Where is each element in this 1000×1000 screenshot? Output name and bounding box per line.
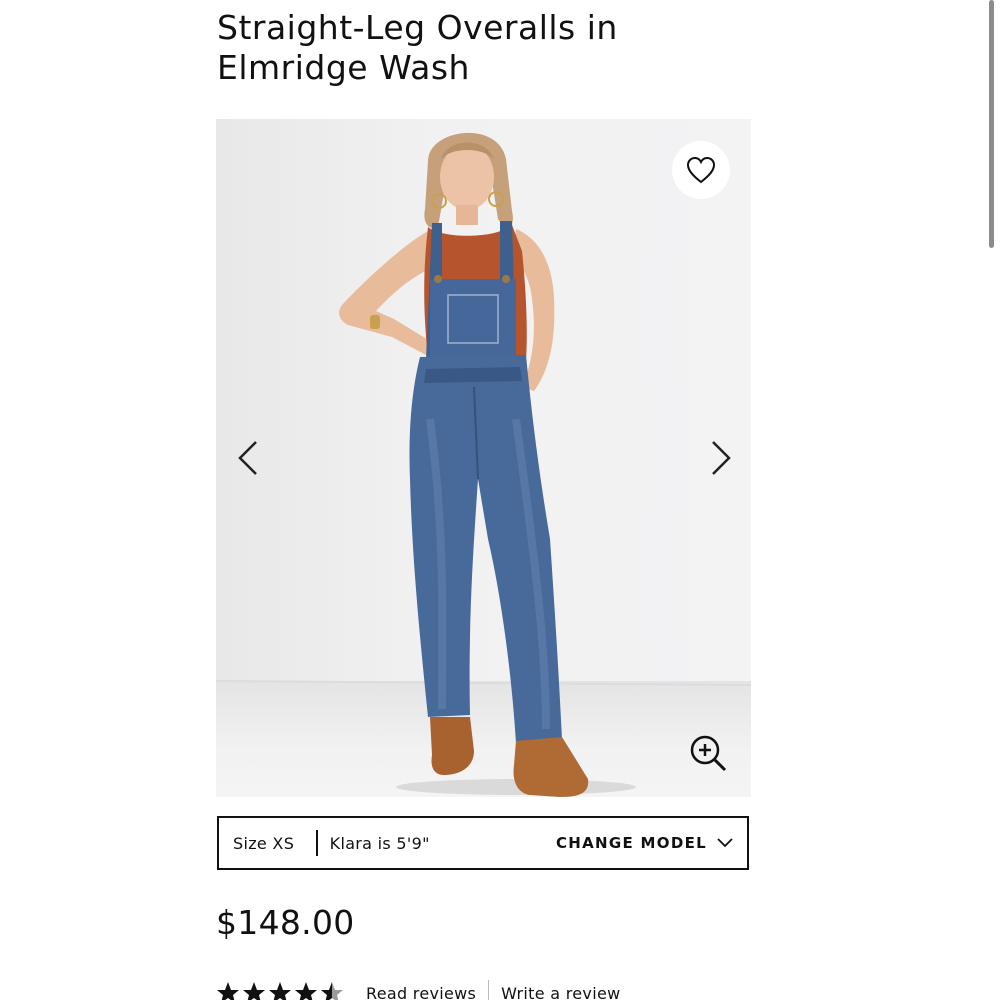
zoom-in-icon: [690, 735, 727, 772]
product-photo: [216, 132, 751, 797]
change-model-button[interactable]: CHANGE MODEL: [556, 834, 733, 852]
model-info-bar: Size XS Klara is 5'9" CHANGE MODEL: [217, 816, 749, 870]
divider: [488, 980, 490, 1000]
model-height-label: Klara is 5'9": [329, 833, 430, 853]
zoom-button[interactable]: [686, 731, 730, 775]
chevron-left-icon: [238, 441, 257, 475]
chevron-right-icon: [712, 441, 731, 475]
previous-image-button[interactable]: [228, 437, 268, 479]
reviews-row: Read reviews Write a review: [216, 978, 620, 1000]
star-icon: [269, 982, 291, 1000]
product-image-gallery[interactable]: [216, 119, 751, 797]
heart-icon: [686, 156, 716, 184]
star-icon: [243, 982, 265, 1000]
star-icon: [295, 982, 317, 1000]
star-half-icon: [321, 982, 343, 1000]
read-reviews-link[interactable]: Read reviews: [366, 984, 476, 1000]
scrollbar[interactable]: [989, 0, 994, 248]
product-page: Straight-Leg Overalls in Elmridge Wash S…: [0, 0, 1000, 1000]
next-image-button[interactable]: [701, 437, 741, 479]
product-price: $148.00: [216, 903, 355, 942]
product-title: Straight-Leg Overalls in Elmridge Wash: [217, 8, 618, 87]
write-review-link[interactable]: Write a review: [501, 984, 620, 1000]
star-rating: [216, 981, 344, 1000]
chevron-down-icon: [717, 838, 733, 848]
model-size-label: Size XS: [233, 833, 295, 853]
favorite-button[interactable]: [672, 141, 730, 199]
change-model-label: CHANGE MODEL: [555, 834, 707, 852]
star-icon: [217, 982, 239, 1000]
